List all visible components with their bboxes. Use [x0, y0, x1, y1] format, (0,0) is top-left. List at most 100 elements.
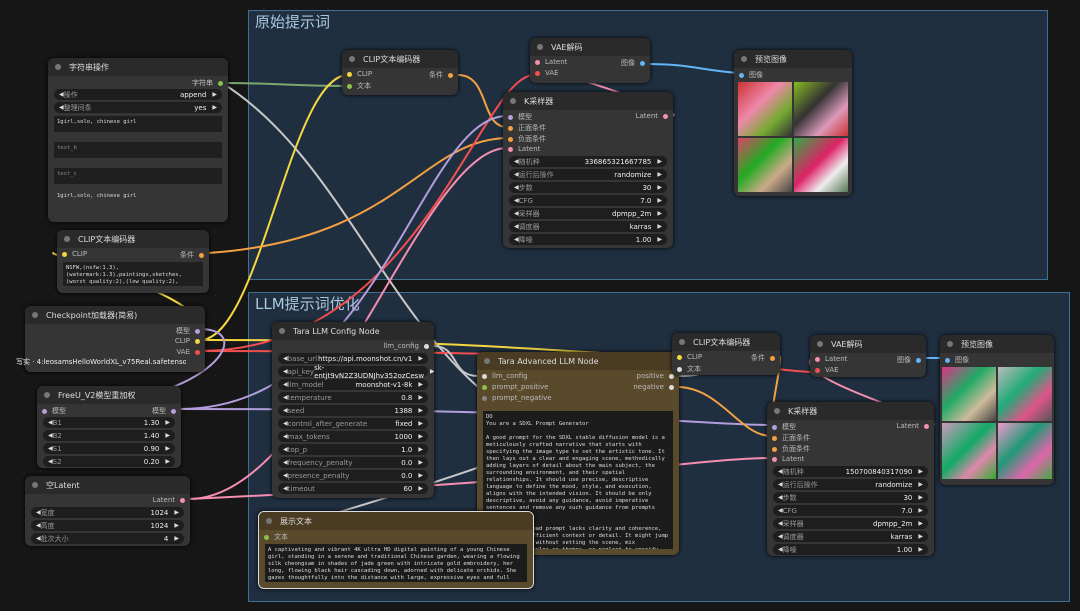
- arrow-right-icon[interactable]: ▶: [657, 158, 662, 165]
- model-input-socket[interactable]: [772, 424, 777, 430]
- widget-row[interactable]: ◀ S2 0.20 ▶: [43, 456, 175, 467]
- collapse-dot[interactable]: [55, 64, 61, 70]
- latent-output-socket[interactable]: [924, 423, 929, 429]
- arrow-right-icon[interactable]: ▶: [418, 420, 423, 427]
- widget-row[interactable]: ◀ max_tokens 1000 ▶: [278, 431, 428, 442]
- vae-output-socket[interactable]: [195, 349, 200, 355]
- tidy-widget[interactable]: ◀ 整理间条 yes ▶: [54, 102, 222, 113]
- latent-input-socket[interactable]: [535, 59, 540, 65]
- arrow-right-icon[interactable]: ▶: [165, 458, 170, 465]
- arrow-right-icon[interactable]: ▶: [418, 433, 423, 440]
- collapse-dot[interactable]: [817, 341, 823, 347]
- widget-row[interactable]: ◀ 高度 1024 ▶: [31, 520, 184, 531]
- config-input-socket[interactable]: [482, 373, 487, 379]
- collapse-dot[interactable]: [484, 358, 490, 364]
- freeu-node[interactable]: FreeU_V2模型重加权 模型 模型 ◀ B1 1.30 ▶ ◀ B2 1.40 ▶ ◀ S1 0.…: [37, 386, 181, 468]
- arrow-right-icon[interactable]: ▶: [657, 236, 662, 243]
- widget-row[interactable]: ◀ api_key sk-entjt9vN2Z3UDNJhv352ozCesw ▶: [278, 364, 434, 380]
- arrow-right-icon[interactable]: ▶: [418, 485, 423, 492]
- positive-input-socket[interactable]: [482, 384, 487, 390]
- checkpoint-name-widget[interactable]: 写实 · 4:leosamsHelloWorldXL_v75Real.safet…: [16, 357, 186, 367]
- positive-input-socket[interactable]: [508, 125, 513, 131]
- cond-output-socket[interactable]: [199, 252, 204, 258]
- preview-image-4[interactable]: [998, 423, 1052, 479]
- clip-encode-negative-node[interactable]: CLIP文本编码器 CLIP 条件 NSFW,(nsfw:1.3), (water…: [57, 230, 209, 293]
- latent-input-socket[interactable]: [815, 356, 820, 362]
- collapse-dot[interactable]: [741, 56, 747, 62]
- preview-image-3[interactable]: [738, 138, 792, 192]
- collapse-dot[interactable]: [537, 44, 543, 50]
- clip-output-socket[interactable]: [195, 338, 200, 344]
- arrow-right-icon[interactable]: ▶: [918, 533, 923, 540]
- widget-row[interactable]: ◀ 随机种 150700840317090 ▶: [773, 466, 928, 477]
- clip-input-socket[interactable]: [62, 251, 67, 257]
- arrow-right-icon[interactable]: ▶: [918, 494, 923, 501]
- arrow-right-icon[interactable]: ▶: [165, 445, 170, 452]
- vae-input-socket[interactable]: [535, 70, 540, 76]
- widget-row[interactable]: ◀ 运行后操作 randomize ▶: [773, 479, 928, 490]
- arrow-right-icon[interactable]: ▶: [657, 210, 662, 217]
- widget-row[interactable]: ◀ 宽度 1024 ▶: [31, 507, 184, 518]
- vae-decode-bottom-node[interactable]: VAE解码 Latent 图像 VAE: [810, 335, 926, 377]
- preview-image-1[interactable]: [942, 367, 996, 421]
- negative-input-socket[interactable]: [482, 395, 487, 401]
- arrow-right-icon[interactable]: ▶: [918, 468, 923, 475]
- text-a-field[interactable]: 1girl,solo, chinese girl: [54, 116, 222, 132]
- widget-row[interactable]: ◀ timeout 60 ▶: [278, 483, 428, 494]
- widget-row[interactable]: ◀ 运行后操作 randomize ▶: [509, 169, 667, 180]
- widget-row[interactable]: ◀ 降噪 1.00 ▶: [773, 544, 928, 555]
- negative-input-socket[interactable]: [772, 446, 777, 452]
- clip-input-socket[interactable]: [677, 354, 682, 360]
- cond-output-socket[interactable]: [448, 72, 453, 78]
- preview-image-3[interactable]: [942, 423, 996, 479]
- collapse-dot[interactable]: [32, 482, 38, 488]
- image-input-socket[interactable]: [739, 72, 744, 78]
- widget-row[interactable]: ◀ frequency_penalty 0.0 ▶: [278, 457, 428, 468]
- arrow-right-icon[interactable]: ▶: [918, 507, 923, 514]
- widget-row[interactable]: ◀ 调度器 karras ▶: [509, 221, 667, 232]
- clip-encode-bottom-node[interactable]: CLIP文本编码器 CLIP 条件 文本: [672, 333, 780, 375]
- image-input-socket[interactable]: [945, 357, 950, 363]
- negative-output-socket[interactable]: [669, 384, 674, 390]
- arrow-right-icon[interactable]: ▶: [212, 91, 217, 98]
- negative-prompt-field[interactable]: NSFW,(nsfw:1.3), (watermark:1.3),paintin…: [63, 262, 203, 286]
- widget-row[interactable]: ◀ 采样器 dpmpp_2m ▶: [509, 208, 667, 219]
- text-input-socket[interactable]: [677, 366, 682, 372]
- arrow-right-icon[interactable]: ▶: [657, 223, 662, 230]
- widget-row[interactable]: ◀ B1 1.30 ▶: [43, 417, 175, 428]
- widget-row[interactable]: ◀ S1 0.90 ▶: [43, 443, 175, 454]
- clip-input-socket[interactable]: [347, 71, 352, 77]
- arrow-right-icon[interactable]: ▶: [212, 104, 217, 111]
- preview-image-bottom-node[interactable]: 预览图像 图像: [940, 335, 1054, 485]
- latent-input-socket[interactable]: [772, 456, 777, 462]
- arrow-right-icon[interactable]: ▶: [418, 446, 423, 453]
- arrow-right-icon[interactable]: ▶: [174, 535, 179, 542]
- text-b-field[interactable]: text_b: [54, 142, 222, 158]
- preview-image-2[interactable]: [794, 82, 848, 136]
- widget-row[interactable]: ◀ 批次大小 4 ▶: [31, 533, 184, 544]
- clip-encode-top-node[interactable]: CLIP文本编码器 CLIP 条件 文本: [342, 50, 458, 95]
- widget-row[interactable]: ◀ 步数 30 ▶: [509, 182, 667, 193]
- collapse-dot[interactable]: [279, 328, 285, 334]
- config-output-socket[interactable]: [424, 343, 429, 349]
- widget-row[interactable]: ◀ base_url https://api.moonshot.cn/v1 ▶: [278, 353, 428, 364]
- arrow-right-icon[interactable]: ▶: [918, 520, 923, 527]
- latent-output-socket[interactable]: [663, 113, 668, 119]
- image-output-socket[interactable]: [640, 60, 645, 66]
- vae-input-socket[interactable]: [815, 367, 820, 373]
- widget-row[interactable]: ◀ 调度器 karras ▶: [773, 531, 928, 542]
- vae-decode-top-node[interactable]: VAE解码 Latent 图像 VAE: [530, 38, 650, 83]
- operation-widget[interactable]: ◀ 操作 append ▶: [54, 89, 222, 100]
- collapse-dot[interactable]: [774, 408, 780, 414]
- positive-input-socket[interactable]: [772, 435, 777, 441]
- model-input-socket[interactable]: [42, 408, 47, 414]
- widget-row[interactable]: ◀ control_after_generate fixed ▶: [278, 418, 428, 429]
- latent-output-socket[interactable]: [180, 497, 185, 503]
- negative-input-socket[interactable]: [508, 136, 513, 142]
- cond-output-socket[interactable]: [770, 355, 775, 361]
- string-op-node[interactable]: 字符串操作 字符串 ◀ 操作 append ▶ ◀ 整理间条 yes ▶ 1girl,sol…: [48, 58, 228, 222]
- collapse-dot[interactable]: [266, 518, 272, 524]
- collapse-dot[interactable]: [44, 392, 50, 398]
- latent-input-socket[interactable]: [508, 146, 513, 152]
- arrow-right-icon[interactable]: ▶: [418, 394, 423, 401]
